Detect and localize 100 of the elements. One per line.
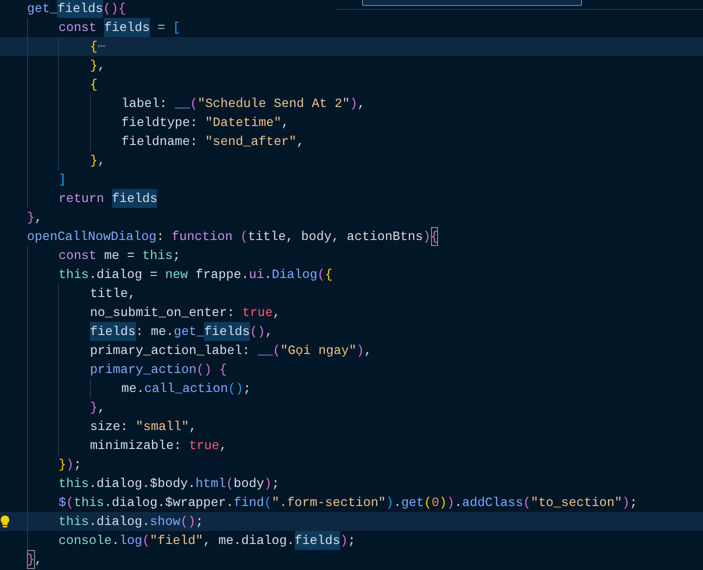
code-token: () <box>103 0 118 18</box>
code-token: ) <box>356 342 364 360</box>
code-token: : <box>190 114 199 132</box>
code-token: ( <box>142 532 150 550</box>
code-token: : <box>174 437 182 455</box>
code-token: , <box>357 95 366 113</box>
code-token: title <box>90 285 128 303</box>
code-token: new <box>165 266 188 284</box>
code-token: me. <box>121 380 144 398</box>
code-token: } <box>90 152 98 170</box>
code-token: __ <box>174 95 190 113</box>
code-token: "send_after" <box>205 133 297 151</box>
code-token: this <box>74 494 104 512</box>
code-token: } <box>27 550 35 569</box>
code-token: : me. <box>136 323 174 341</box>
code-token: , <box>272 304 280 322</box>
code-token: , <box>265 323 273 341</box>
code-token: : <box>242 342 251 360</box>
code-token: this <box>58 513 89 531</box>
code-token: .dialog.$wrapper. <box>104 494 234 512</box>
code-token: , <box>364 342 372 360</box>
code-token: frappe. <box>194 266 249 284</box>
code-token: minimizable <box>90 437 174 455</box>
code-token: fields <box>57 0 104 18</box>
code-token: "Schedule Send At 2" <box>198 95 350 113</box>
code-token: ".form-section" <box>272 494 386 512</box>
code-token: fields <box>104 18 150 37</box>
code-token: { <box>430 227 438 246</box>
code-token: this <box>142 247 173 265</box>
code-token: ) <box>264 475 272 493</box>
code-token: () <box>196 361 213 379</box>
code-token: ⋯ <box>98 38 106 56</box>
code-token: , <box>98 152 106 170</box>
code-token: $ <box>58 494 66 512</box>
code-token: ; <box>243 380 251 398</box>
code-token: "small" <box>136 418 189 436</box>
code-token: { <box>325 266 333 284</box>
code-token: const <box>58 247 97 265</box>
code-token: : <box>159 95 168 113</box>
code-token: ( <box>226 475 234 493</box>
code-token: , <box>98 399 106 417</box>
code-token: ) <box>439 494 447 512</box>
code-token: : <box>227 304 236 322</box>
code-token: Dialog <box>272 266 318 284</box>
code-token: . <box>112 532 120 550</box>
code-token: "field" <box>150 532 204 550</box>
code-token: size <box>90 418 120 436</box>
code-token: ( <box>272 342 280 360</box>
code-token: : <box>156 228 166 246</box>
lightbulb-icon[interactable] <box>0 515 10 528</box>
code-token: ) <box>622 494 630 512</box>
code-token: ) <box>446 494 455 512</box>
code-token: , me.dialog. <box>203 532 295 550</box>
code-token: fields <box>294 531 340 550</box>
code-token: "Gọi ngay" <box>280 342 356 360</box>
code-token: ( <box>523 494 531 512</box>
code-token: () <box>228 380 244 398</box>
code-token: ) <box>350 95 358 113</box>
code-token: [ <box>172 19 180 37</box>
code-token: fields <box>112 189 158 208</box>
code-token: addClass <box>462 494 524 512</box>
code-token: ; <box>74 456 82 474</box>
code-token: ; <box>348 532 356 550</box>
code-token: no_submit_on_enter <box>90 304 227 322</box>
code-token: . <box>394 494 402 512</box>
code-token: return <box>58 190 106 208</box>
code-token: . <box>264 266 272 284</box>
code-token: primary_action_label <box>90 342 242 360</box>
code-token: function <box>172 228 234 246</box>
code-token: html <box>196 475 226 493</box>
code-token: me = <box>103 247 136 265</box>
code-token: () <box>180 513 196 531</box>
code-token: () <box>250 323 266 341</box>
code-token: ( <box>264 494 272 512</box>
code-token: const <box>58 19 98 37</box>
code-token: fields <box>204 322 250 341</box>
code-token: ( <box>66 494 74 512</box>
code-token: } <box>90 399 98 417</box>
code-token: ) <box>340 532 348 550</box>
code-token: ) <box>386 494 394 512</box>
code-token: get <box>401 494 424 512</box>
code-token: .dialog.$body. <box>88 475 196 493</box>
code-token: .dialog. <box>88 513 150 531</box>
code-token: { <box>90 38 98 56</box>
code-token: } <box>90 57 98 75</box>
code-token: ; <box>272 475 280 493</box>
code-token: get_ <box>27 0 58 18</box>
code-token: this <box>58 266 89 284</box>
code-token: primary_action <box>90 361 197 379</box>
code-token: fieldname <box>121 133 190 151</box>
code-token: get_ <box>174 323 204 341</box>
code-token: { <box>118 0 126 18</box>
code-token: log <box>119 532 142 550</box>
code-token: ) <box>422 228 431 246</box>
code-token: ; <box>196 513 204 531</box>
code-token: { <box>90 76 98 94</box>
code-token: ; <box>630 494 638 512</box>
code-token: find <box>234 494 264 512</box>
code-token: } <box>58 456 66 474</box>
code-token: , <box>188 418 197 436</box>
